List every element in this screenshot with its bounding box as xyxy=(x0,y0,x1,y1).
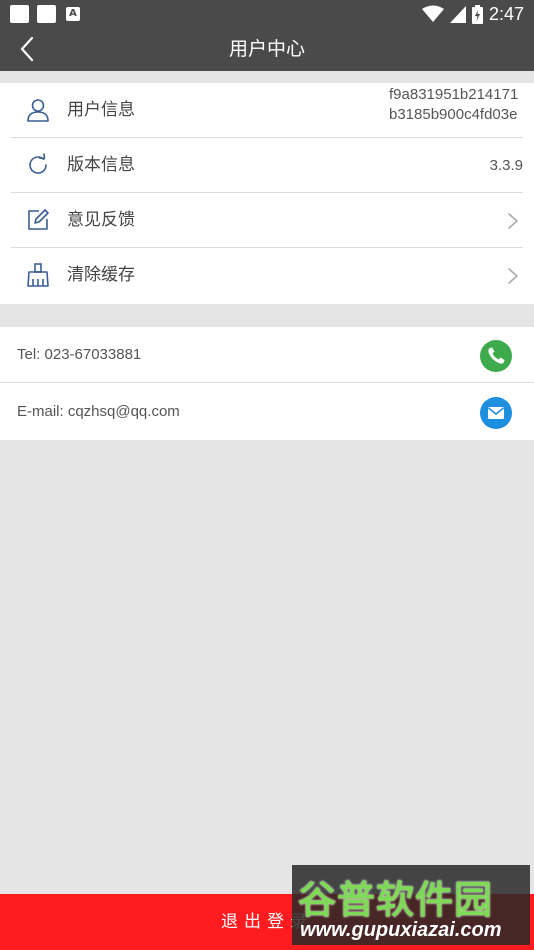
phone-icon xyxy=(488,347,505,364)
menu-item-label: 版本信息 xyxy=(67,155,135,175)
chevron-right-icon xyxy=(508,268,518,284)
system-icons: 2:47 xyxy=(421,2,524,26)
notification-icon xyxy=(37,5,56,23)
edit-icon xyxy=(28,209,49,230)
email-address: E-mail: cqzhsq@qq.com xyxy=(17,403,180,420)
app-notification-icon: A xyxy=(66,7,80,21)
phone-number: Tel: 023-67033881 xyxy=(17,346,142,363)
menu-item-user-info[interactable]: 用户信息 f9a831951b214171b3185b900c4fd03e xyxy=(11,83,523,138)
app-header: 用户中心 xyxy=(0,27,534,71)
notification-icon xyxy=(10,5,29,23)
menu-item-label: 用户信息 xyxy=(67,100,135,120)
settings-list: 用户信息 f9a831951b214171b3185b900c4fd03e 版本… xyxy=(0,83,534,304)
call-button[interactable] xyxy=(480,340,512,372)
watermark-name: 谷普软件园 xyxy=(298,878,494,922)
menu-item-version-info[interactable]: 版本信息 3.3.9 xyxy=(11,138,523,193)
user-icon xyxy=(27,99,49,122)
signal-icon xyxy=(449,5,466,23)
menu-item-feedback[interactable]: 意见反馈 xyxy=(11,193,523,248)
version-value: 3.3.9 xyxy=(489,157,523,174)
status-bar: A 2:47 xyxy=(0,0,534,27)
page-title: 用户中心 xyxy=(228,38,305,60)
wifi-icon xyxy=(421,5,444,22)
watermark-url: www.gupuxiazai.com xyxy=(300,919,502,941)
watermark-logo: 谷普软件园 www.gupuxiazai.com xyxy=(292,865,530,945)
refresh-icon xyxy=(29,153,47,174)
menu-item-label: 清除缓存 xyxy=(67,265,135,285)
mail-icon xyxy=(488,407,504,419)
chevron-right-icon xyxy=(508,213,518,229)
user-id-value: f9a831951b214171b3185b900c4fd03e xyxy=(389,86,519,123)
email-button[interactable] xyxy=(480,397,512,429)
broom-icon xyxy=(27,263,49,287)
clock: 2:47 xyxy=(488,3,524,24)
menu-item-label: 意见反馈 xyxy=(67,210,135,230)
battery-icon xyxy=(471,4,483,24)
contact-row-phone[interactable]: Tel: 023-67033881 xyxy=(0,327,534,383)
contact-row-email[interactable]: E-mail: cqzhsq@qq.com xyxy=(0,384,534,440)
menu-item-clear-cache[interactable]: 清除缓存 xyxy=(11,248,523,303)
contact-list: Tel: 023-67033881 E-mail: cqzhsq@qq.com xyxy=(0,327,534,440)
